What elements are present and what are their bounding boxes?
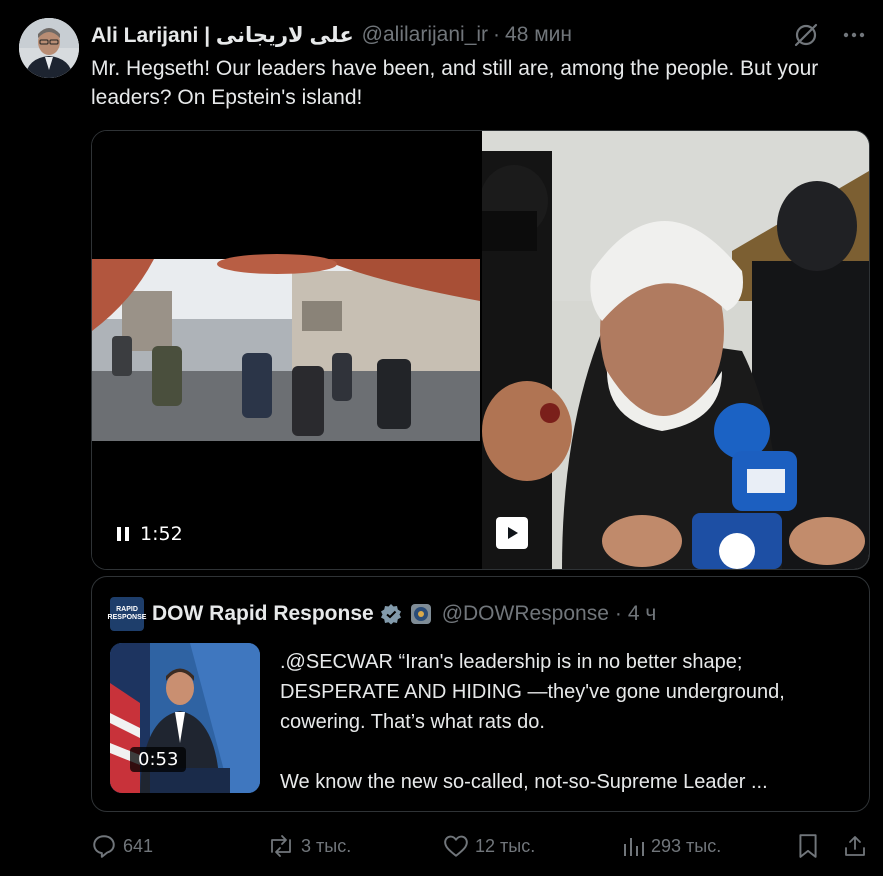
view-count: 293 тыс. (651, 835, 722, 856)
quoted-text-paragraph-2: We know the new so-called, not-so-Suprem… (280, 771, 768, 793)
quoted-video-thumbnail[interactable]: 0:53 (110, 643, 260, 793)
bookmark-icon (797, 833, 819, 859)
video-player-1[interactable]: 1:52 (92, 131, 480, 569)
reply-count: 641 (123, 835, 154, 856)
like-count: 12 тыс. (475, 835, 536, 856)
like-button[interactable]: 12 тыс. (443, 830, 535, 862)
quoted-tweet-header: RAPID RESPONSE DOW Rapid Response @DOWRe… (107, 597, 656, 631)
author-avatar[interactable] (19, 18, 79, 78)
media-grid: 1:52 (91, 130, 870, 570)
views-button[interactable]: 293 тыс. (621, 830, 721, 862)
quoted-author-avatar[interactable]: RAPID RESPONSE (107, 597, 147, 631)
repost-button[interactable]: 3 тыс. (267, 830, 351, 862)
grok-icon[interactable] (791, 20, 821, 50)
tweet-header: Ali Larijani | علی لاریجانی @alilarijani… (91, 20, 572, 50)
more-options-icon[interactable] (839, 20, 869, 50)
author-handle[interactable]: @alilarijani_ir (362, 23, 488, 47)
author-name[interactable]: Ali Larijani | علی لاریجانی (91, 23, 354, 48)
share-button[interactable] (843, 830, 867, 862)
quoted-author-name[interactable]: DOW Rapid Response (152, 602, 374, 626)
tweet-timestamp[interactable]: 48 мин (505, 23, 572, 47)
share-icon (843, 833, 867, 859)
logo-text-line-2: RESPONSE (107, 614, 147, 621)
video-1-duration: 1:52 (140, 523, 183, 545)
views-chart-icon (621, 834, 645, 858)
quoted-video-duration: 0:53 (130, 747, 187, 772)
bookmark-button[interactable] (797, 830, 819, 862)
reply-icon (91, 833, 117, 859)
verified-badge-icon (380, 603, 402, 625)
repost-icon (267, 833, 295, 859)
logo-text-line-1: RAPID (116, 606, 138, 613)
header-separator: · (493, 23, 501, 46)
tweet-action-bar: 641 3 тыс. 12 тыс. 293 тыс. (91, 830, 868, 862)
reply-button[interactable]: 641 (91, 830, 153, 862)
tweet-text: Mr. Hegseth! Our leaders have been, and … (91, 57, 819, 109)
video-player-2[interactable] (482, 131, 869, 569)
quoted-text-paragraph-1: .@SECWAR “Iran's leadership is in no bet… (280, 651, 785, 733)
quoted-tweet-text: .@SECWAR “Iran's leadership is in no bet… (280, 647, 855, 797)
tweet-top-actions (791, 20, 869, 50)
quoted-tweet[interactable]: RAPID RESPONSE DOW Rapid Response @DOWRe… (91, 576, 870, 812)
heart-icon (443, 834, 469, 858)
video-1-time[interactable]: 1:52 (116, 523, 183, 545)
repost-count: 3 тыс. (301, 835, 352, 856)
quoted-author-handle[interactable]: @DOWResponse (442, 602, 609, 626)
pause-icon[interactable] (116, 526, 130, 542)
affiliate-badge-icon (410, 603, 432, 625)
quoted-header-separator: · (614, 602, 622, 625)
quoted-timestamp[interactable]: 4 ч (628, 602, 656, 626)
play-icon[interactable] (496, 517, 528, 549)
